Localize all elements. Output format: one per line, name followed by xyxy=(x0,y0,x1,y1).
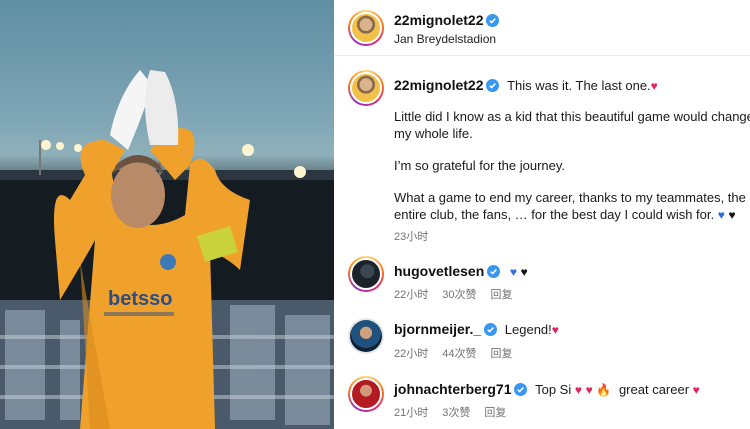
caption-line6-wrap: entire club, the fans, … for the best da… xyxy=(394,207,736,222)
caption-avatar[interactable] xyxy=(348,70,384,106)
heart-emoji-icon: ♥ xyxy=(692,383,700,397)
comment-username[interactable]: bjornmeijer._ xyxy=(394,321,481,337)
comment-likes[interactable]: 44次赞 xyxy=(442,348,476,360)
comment-line: johnachterberg71 Top Si ♥ ♥ 🔥 great care… xyxy=(394,381,700,397)
caption-first-line: 22mignolet22 This was it. The last one.♥ xyxy=(394,77,658,93)
comment-line: hugovetlesen ♥ ♥ xyxy=(394,263,528,279)
black-heart-emoji-icon: ♥ xyxy=(520,265,528,279)
caption-timestamp: 23小时 xyxy=(394,231,429,243)
post-header: 22mignolet22 Jan Breydelstadion xyxy=(334,0,750,56)
verified-badge-icon xyxy=(484,323,498,336)
comment-time: 22小时 xyxy=(394,289,429,301)
comment-time: 22小时 xyxy=(394,348,429,360)
post-username[interactable]: 22mignolet22 xyxy=(394,12,500,28)
caption-text-line1: This was it. The last one. xyxy=(507,78,651,93)
comment-avatar[interactable] xyxy=(348,256,384,292)
caption-text-line3: my whole life. xyxy=(394,126,473,141)
heart-emoji-icon: ♥ xyxy=(574,383,582,397)
blue-heart-emoji-icon: ♥ xyxy=(717,208,725,222)
post-details: 22mignolet22 Jan Breydelstadion 22mignol… xyxy=(334,0,750,429)
comment-meta: 21小时 3次赞 回复 xyxy=(394,404,520,420)
heart-emoji-icon: ♥ xyxy=(585,383,593,397)
reply-button[interactable]: 回复 xyxy=(491,289,513,301)
caption-username[interactable]: 22mignolet22 xyxy=(394,77,483,93)
comment-text: Top Si xyxy=(535,382,572,397)
post-location[interactable]: Jan Breydelstadion xyxy=(394,32,496,46)
reply-button[interactable]: 回复 xyxy=(491,348,513,360)
comment-avatar[interactable] xyxy=(348,376,384,412)
verified-badge-icon xyxy=(486,14,500,27)
comment-meta: 22小时 30次赞 回复 xyxy=(394,286,527,302)
comment-likes[interactable]: 3次赞 xyxy=(442,407,470,419)
comment-line: bjornmeijer._ Legend!♥ xyxy=(394,321,559,337)
comment-username[interactable]: hugovetlesen xyxy=(394,263,484,279)
fire-emoji-icon: 🔥 xyxy=(596,383,612,397)
post-username-text[interactable]: 22mignolet22 xyxy=(394,12,483,28)
heart-emoji-icon: ♥ xyxy=(551,323,559,337)
comment-text: Legend! xyxy=(504,322,552,337)
comment-time: 21小时 xyxy=(394,407,429,419)
comment-likes[interactable]: 30次赞 xyxy=(442,289,476,301)
reply-button[interactable]: 回复 xyxy=(484,407,506,419)
comment-avatar[interactable] xyxy=(348,318,384,354)
goalkeeper-photo: betsso xyxy=(0,70,334,429)
comment-text-2: great career xyxy=(618,382,690,397)
heart-emoji-icon: ♥ xyxy=(650,79,658,93)
avatar[interactable] xyxy=(348,10,384,46)
comment-meta: 22小时 44次赞 回复 xyxy=(394,345,527,361)
blue-heart-emoji-icon: ♥ xyxy=(509,265,517,279)
caption-text-line6: entire club, the fans, … for the best da… xyxy=(394,207,715,222)
comment-username[interactable]: johnachterberg71 xyxy=(394,381,511,397)
verified-badge-icon xyxy=(486,79,500,92)
shirt-sponsor: betsso xyxy=(108,288,172,310)
post-photo: betsso xyxy=(0,0,334,429)
verified-badge-icon xyxy=(514,383,528,396)
caption-text-line2: Little did I know as a kid that this bea… xyxy=(394,109,750,124)
black-heart-emoji-icon: ♥ xyxy=(728,208,736,222)
verified-badge-icon xyxy=(487,265,501,278)
caption-text-line4: I’m so grateful for the journey. xyxy=(394,158,566,173)
caption-text-line5: What a game to end my career, thanks to … xyxy=(394,190,746,205)
